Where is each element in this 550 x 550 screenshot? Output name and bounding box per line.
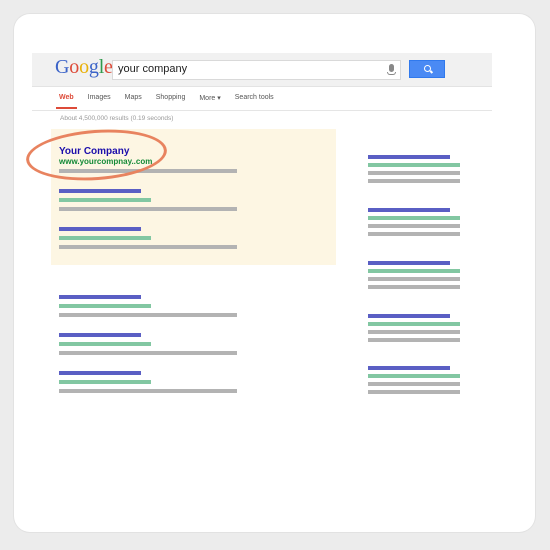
result-url-placeholder: [59, 380, 151, 384]
result-title-placeholder[interactable]: [59, 333, 141, 337]
result-title-placeholder[interactable]: [59, 371, 141, 375]
result-url-placeholder: [59, 198, 151, 202]
result-title-placeholder[interactable]: [59, 295, 141, 299]
search-button[interactable]: [409, 60, 445, 78]
ad-snippet-placeholder: [368, 277, 460, 281]
ad-snippet-placeholder: [368, 179, 460, 183]
magnifier-icon: [424, 65, 431, 72]
tabs-divider: [32, 110, 492, 111]
ad-snippet-placeholder: [368, 285, 460, 289]
logo-letter: o: [79, 56, 89, 78]
ad-title-placeholder[interactable]: [368, 366, 450, 370]
result-snippet-placeholder: [59, 245, 237, 249]
result-snippet-placeholder: [59, 313, 237, 317]
result-url-placeholder: [59, 342, 151, 346]
ad-title-placeholder[interactable]: [368, 208, 450, 212]
search-tabs: Web Images Maps Shopping More ▾ Search t…: [52, 94, 281, 110]
ad-url-placeholder: [368, 216, 460, 220]
result-url-placeholder: [59, 236, 151, 240]
ad-title-placeholder[interactable]: [368, 155, 450, 159]
google-logo[interactable]: Google: [55, 56, 113, 79]
result-snippet-placeholder: [59, 351, 237, 355]
search-query: your company: [118, 63, 188, 75]
ad-url-placeholder: [368, 374, 460, 378]
ad-snippet-placeholder: [368, 330, 460, 334]
ad-snippet-placeholder: [368, 224, 460, 228]
logo-letter: o: [69, 56, 80, 78]
result-title-placeholder[interactable]: [59, 227, 141, 231]
result-snippet-placeholder: [59, 207, 237, 211]
ad-url-placeholder: [368, 322, 460, 326]
tab-more[interactable]: More ▾: [192, 94, 227, 108]
microphone-icon[interactable]: [387, 64, 396, 75]
result-url-placeholder: [59, 304, 151, 308]
tab-web[interactable]: Web: [52, 94, 81, 109]
ad-snippet-placeholder: [368, 171, 460, 175]
result-snippet-placeholder: [59, 389, 237, 393]
logo-letter: g: [88, 56, 99, 78]
tab-shopping[interactable]: Shopping: [149, 94, 193, 108]
ad-snippet-placeholder: [368, 232, 460, 236]
ad-snippet-placeholder: [368, 382, 460, 386]
screenshot-frame: [14, 14, 535, 532]
ad-title-placeholder[interactable]: [368, 314, 450, 318]
tab-images[interactable]: Images: [81, 94, 118, 108]
ad-title-placeholder[interactable]: [368, 261, 450, 265]
tab-search-tools[interactable]: Search tools: [228, 94, 281, 108]
ad-snippet-placeholder: [368, 390, 460, 394]
ad-url-placeholder: [368, 269, 460, 273]
logo-letter: G: [55, 56, 70, 78]
tab-maps[interactable]: Maps: [118, 94, 149, 108]
result-title-placeholder[interactable]: [59, 189, 141, 193]
ad-snippet-placeholder: [368, 338, 460, 342]
result-stats: About 4,500,000 results (0.19 seconds): [60, 115, 174, 122]
ad-url-placeholder: [368, 163, 460, 167]
search-input[interactable]: your company: [112, 60, 401, 80]
